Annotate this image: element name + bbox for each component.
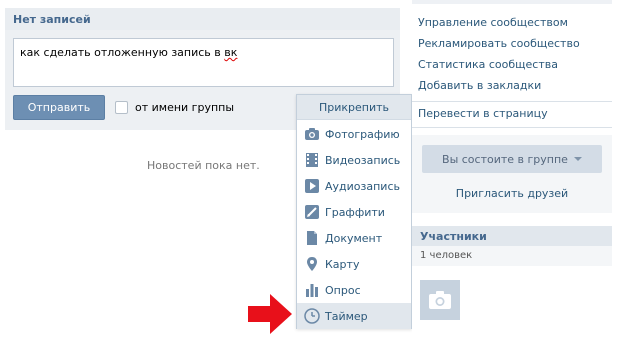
wall-title: Нет записей	[13, 13, 91, 26]
attach-menu-title[interactable]: Прикрепить	[297, 95, 411, 120]
attach-menu: Прикрепить Фотографию Видеозапись Аудиоз…	[296, 94, 412, 329]
members-count: 1 человек	[412, 246, 612, 266]
sidebar-divider	[412, 101, 612, 102]
attach-video-label: Видеозапись	[325, 153, 401, 167]
community-stats-link[interactable]: Статистика сообщества	[418, 58, 558, 71]
from-group-checkbox[interactable]	[115, 101, 128, 114]
members-header[interactable]: Участники	[412, 226, 612, 246]
attach-map-item[interactable]: Карту	[297, 251, 411, 277]
avatar[interactable]	[420, 280, 460, 320]
post-text-input[interactable]: как сделать отложенную запись в вк	[13, 38, 394, 87]
play-icon	[304, 178, 320, 194]
manage-community-link[interactable]: Управление сообществом	[418, 16, 568, 29]
camera-icon	[304, 126, 320, 142]
map-pin-icon	[304, 256, 320, 272]
attach-timer-label: Таймер	[325, 309, 368, 323]
camera-icon	[429, 291, 451, 309]
invite-friends-link[interactable]: Пригласить друзей	[412, 187, 612, 200]
right-sidebar: Управление сообществом Рекламировать соо…	[412, 0, 612, 350]
membership-button[interactable]: Вы состоите в группе	[422, 145, 602, 173]
add-bookmark-link[interactable]: Добавить в закладки	[418, 79, 541, 92]
send-button[interactable]: Отправить	[13, 95, 105, 120]
attach-photo-label: Фотографию	[325, 127, 400, 141]
poll-chart-icon	[304, 282, 320, 298]
red-arrow-icon	[248, 294, 292, 334]
clock-icon	[304, 308, 320, 324]
sidebar-top-border	[412, 0, 612, 4]
attach-photo-item[interactable]: Фотографию	[297, 121, 411, 147]
membership-button-label: Вы состоите в группе	[442, 152, 568, 166]
attach-graffiti-label: Граффити	[325, 205, 385, 219]
attach-map-label: Карту	[325, 257, 360, 271]
attach-timer-item[interactable]: Таймер	[297, 303, 411, 329]
attach-audio-label: Аудиозапись	[325, 179, 400, 193]
film-icon	[304, 152, 320, 168]
empty-feed-message: Новостей пока нет.	[147, 159, 260, 172]
sidebar-divider	[412, 127, 612, 128]
from-group-label[interactable]: от имени группы	[135, 101, 234, 114]
attach-document-item[interactable]: Документ	[297, 225, 411, 251]
pen-icon	[304, 204, 320, 220]
advertise-community-link[interactable]: Рекламировать сообщество	[418, 37, 580, 50]
attach-poll-label: Опрос	[325, 283, 361, 297]
document-icon	[304, 230, 320, 246]
attach-poll-item[interactable]: Опрос	[297, 277, 411, 303]
attach-document-label: Документ	[325, 231, 383, 245]
attach-graffiti-item[interactable]: Граффити	[297, 199, 411, 225]
chevron-down-icon	[573, 157, 582, 161]
post-text: как сделать отложенную запись в	[20, 46, 225, 59]
membership-block: Вы состоите в группе Пригласить друзей	[412, 135, 612, 213]
wall-header: Нет записей	[5, 8, 400, 30]
post-text-misspelled: вк	[224, 46, 238, 59]
attach-audio-item[interactable]: Аудиозапись	[297, 173, 411, 199]
attach-video-item[interactable]: Видеозапись	[297, 147, 411, 173]
convert-to-page-link[interactable]: Перевести в страницу	[418, 107, 548, 120]
